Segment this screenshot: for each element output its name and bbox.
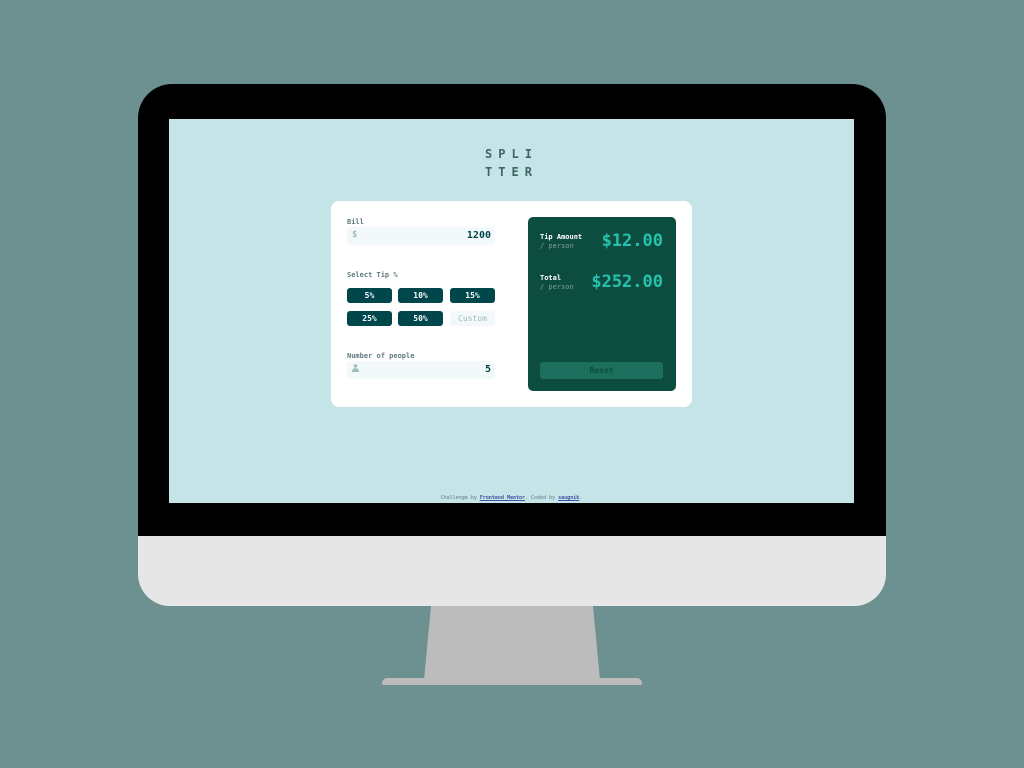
dollar-icon: $ [352,230,358,240]
app-logo: SPLI TTER [169,145,854,181]
tip-10-button[interactable]: 10% [398,288,443,303]
tip-amount-label: Tip Amount [540,233,583,241]
tip-amount-sub: / person [540,242,574,250]
bill-value: 1200 [466,230,491,241]
logo-line-1: SPLI [485,147,538,161]
people-label: Number of people [347,352,415,360]
tip-amount-value: $12.00 [601,231,663,251]
tip-label: Select Tip % [347,271,398,279]
tip-15-button[interactable]: 15% [450,288,495,303]
attribution-middle: . Coded by [525,495,559,501]
calculator-card: Bill $ 1200 Select Tip % 5% 10% 15% 25% … [331,201,692,407]
tip-5-button[interactable]: 5% [347,288,392,303]
monitor-stand [424,606,600,680]
frontend-mentor-link[interactable]: Frontend Mentor [480,495,525,501]
reset-button[interactable]: Reset [540,362,663,379]
attribution-prefix: Challenge by [440,495,480,501]
person-icon-svg [352,364,359,372]
people-value: 5 [484,364,491,375]
attribution: Challenge by Frontend Mentor. Coded by s… [169,495,854,501]
logo-line-2: TTER [485,165,538,179]
monitor-stand-foot [382,678,642,685]
people-input[interactable]: 5 [347,361,495,379]
results-panel: Tip Amount / person $12.00 Total / perso… [528,217,676,391]
screen: SPLI TTER Bill $ 1200 Select Tip % 5% 10… [169,119,854,503]
tip-custom-input[interactable]: Custom [450,311,495,326]
total-label: Total [540,274,562,282]
total-sub: / person [540,283,574,291]
bill-input[interactable]: $ 1200 [347,227,495,245]
bill-label: Bill [347,218,364,226]
tip-50-button[interactable]: 50% [398,311,443,326]
person-icon [352,364,359,375]
author-link[interactable]: saugnik [558,495,579,501]
monitor-chin [138,536,886,606]
tip-25-button[interactable]: 25% [347,311,392,326]
total-value: $252.00 [591,272,663,292]
attribution-suffix: . [579,495,583,501]
